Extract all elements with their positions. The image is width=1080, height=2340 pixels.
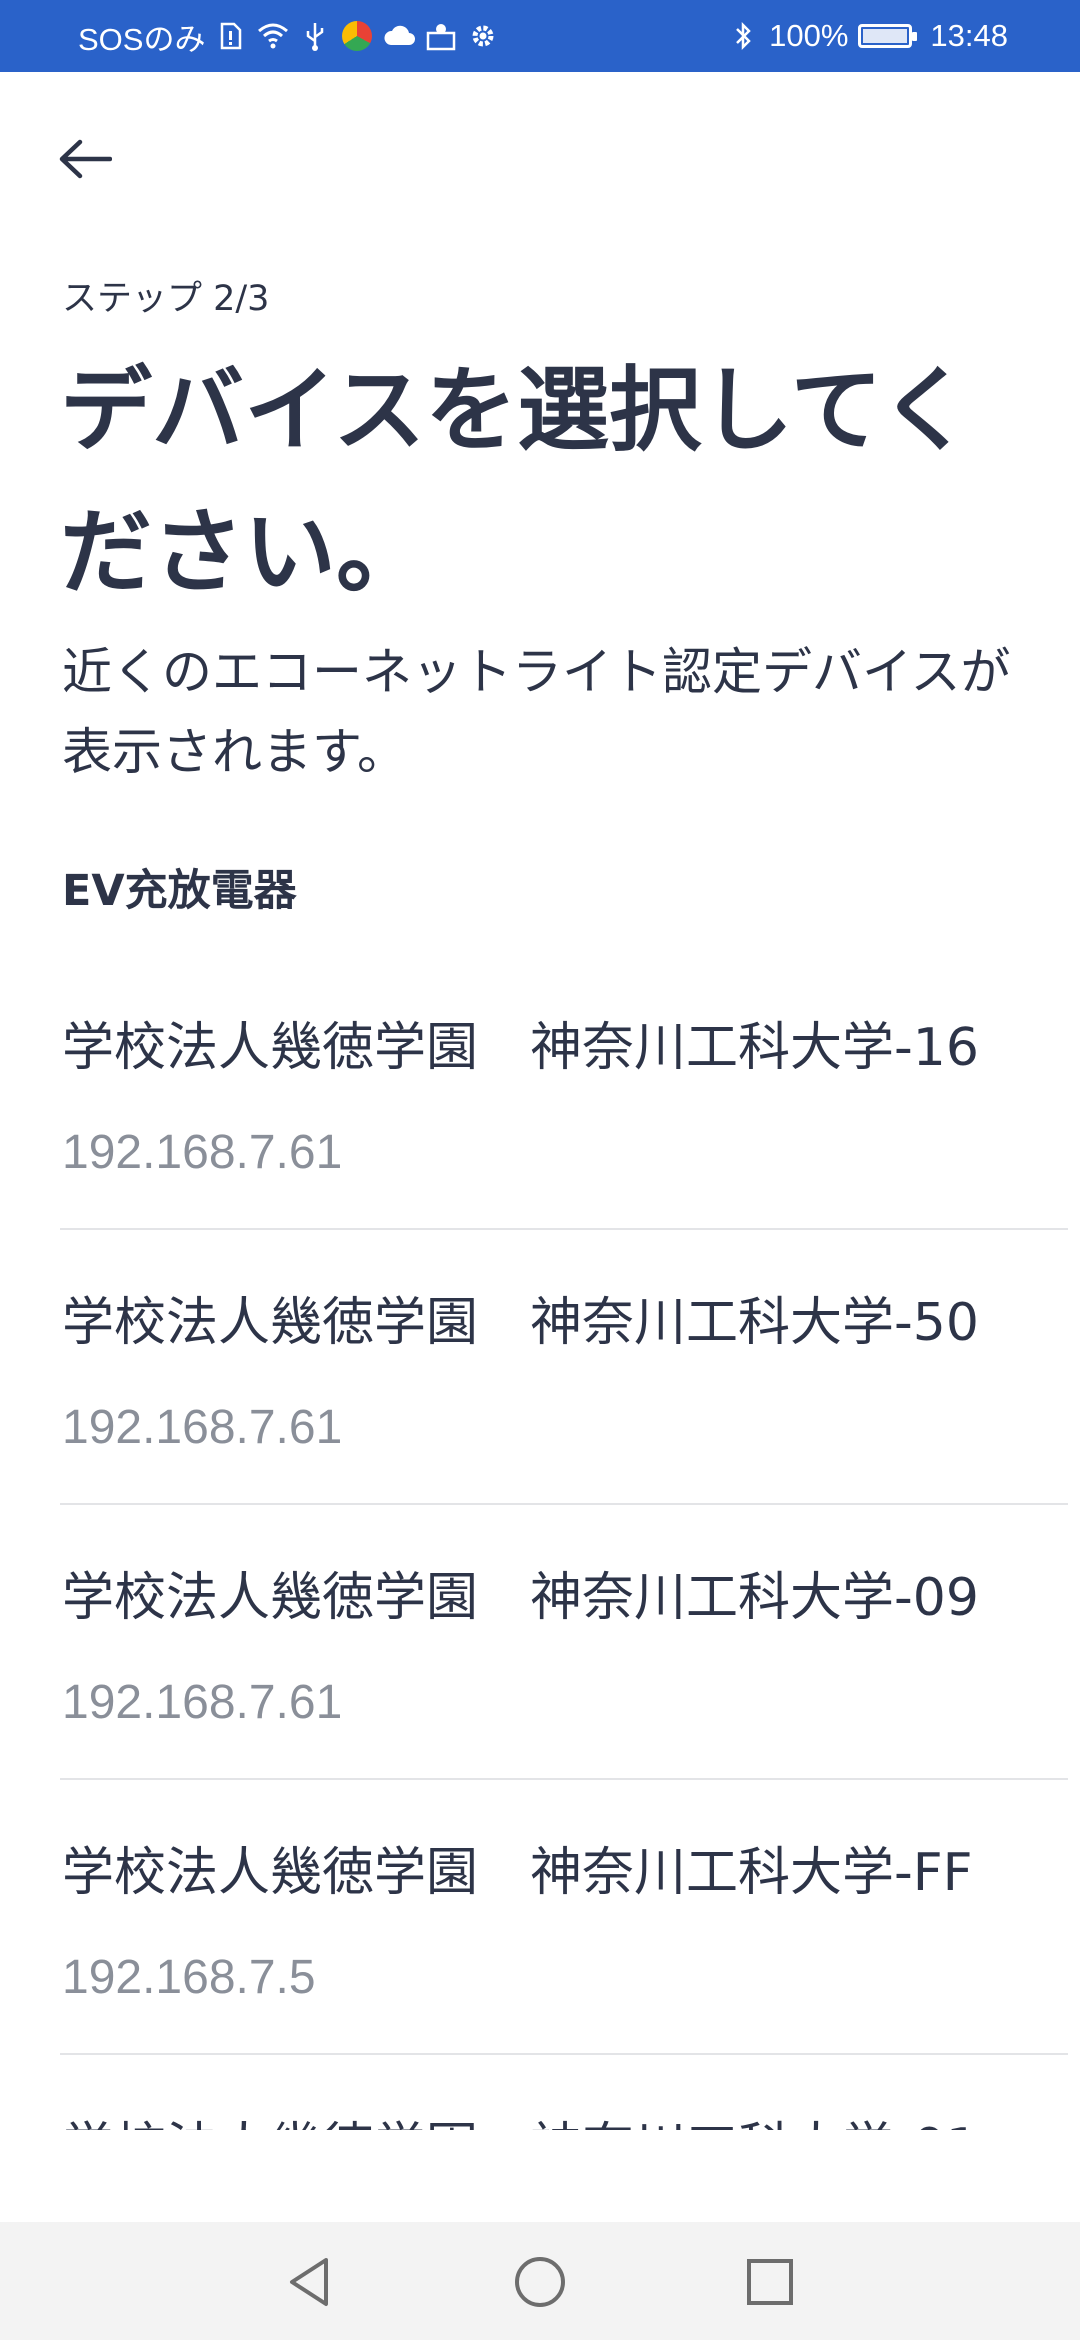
wifi-icon — [257, 20, 289, 52]
device-ip: 192.168.7.5 — [62, 1951, 316, 2004]
recents-square-icon[interactable] — [740, 2252, 800, 2312]
device-item[interactable]: 学校法人幾徳学園 神奈川工科大学-FF 192.168.7.5 — [0, 1780, 1080, 2055]
device-item[interactable]: 学校法人幾徳学園 神奈川工科大学-50 192.168.7.61 — [0, 1230, 1080, 1505]
navigation-bar — [0, 2222, 1080, 2340]
back-button[interactable] — [50, 126, 120, 196]
device-ip: 192.168.7.61 — [62, 1676, 343, 1729]
battery-percent: 100% — [769, 18, 849, 53]
home-circle-icon[interactable] — [510, 2252, 570, 2312]
device-name: 学校法人幾徳学園 神奈川工科大学-16 — [62, 1018, 979, 1078]
device-item[interactable]: 学校法人幾徳学園 神奈川工科大学-09 192.168.7.61 — [0, 1505, 1080, 1780]
device-item[interactable]: 学校法人幾徳学園 神奈川工科大学-16 192.168.7.61 — [0, 955, 1080, 1230]
battery-icon — [858, 24, 918, 48]
device-ip: 192.168.7.61 — [62, 1126, 343, 1179]
section-heading: EV充放電器 — [62, 866, 297, 916]
bluetooth-icon — [727, 20, 759, 52]
usb-icon — [299, 20, 331, 52]
step-indicator: ステップ 2/3 — [62, 279, 270, 319]
page-description: 近くのエコーネットライト認定デバイスが表示されます。 — [62, 643, 1011, 781]
device-name: 学校法人幾徳学園 神奈川工科大学-FF — [62, 1843, 973, 1903]
clock: 13:48 — [930, 18, 1008, 53]
back-arrow-icon — [58, 139, 113, 183]
status-bar: SOSのみ 100% 13:48 — [0, 0, 1080, 72]
app-icon — [425, 20, 457, 52]
device-ip: 192.168.7.61 — [62, 1401, 343, 1454]
browser-icon — [341, 20, 373, 52]
cloud-icon — [383, 20, 416, 52]
device-name: 学校法人幾徳学園 神奈川工科大学-50 — [62, 1293, 979, 1353]
sim-icon — [215, 20, 247, 52]
device-name: 学校法人幾徳学園 神奈川工科大学-09 — [62, 1568, 979, 1628]
back-triangle-icon[interactable] — [280, 2252, 340, 2312]
device-list: 学校法人幾徳学園 神奈川工科大学-16 192.168.7.61 学校法人幾徳学… — [0, 955, 1080, 2130]
device-name: 学校法人幾徳学園 神奈川工科大学-01 — [62, 2105, 979, 2130]
page-title: デバイスを選択してください。 — [60, 357, 972, 606]
settings-icon — [467, 20, 499, 52]
device-item[interactable]: 学校法人幾徳学園 神奈川工科大学-01 — [0, 2055, 1080, 2130]
carrier-text: SOSのみ — [78, 21, 206, 57]
